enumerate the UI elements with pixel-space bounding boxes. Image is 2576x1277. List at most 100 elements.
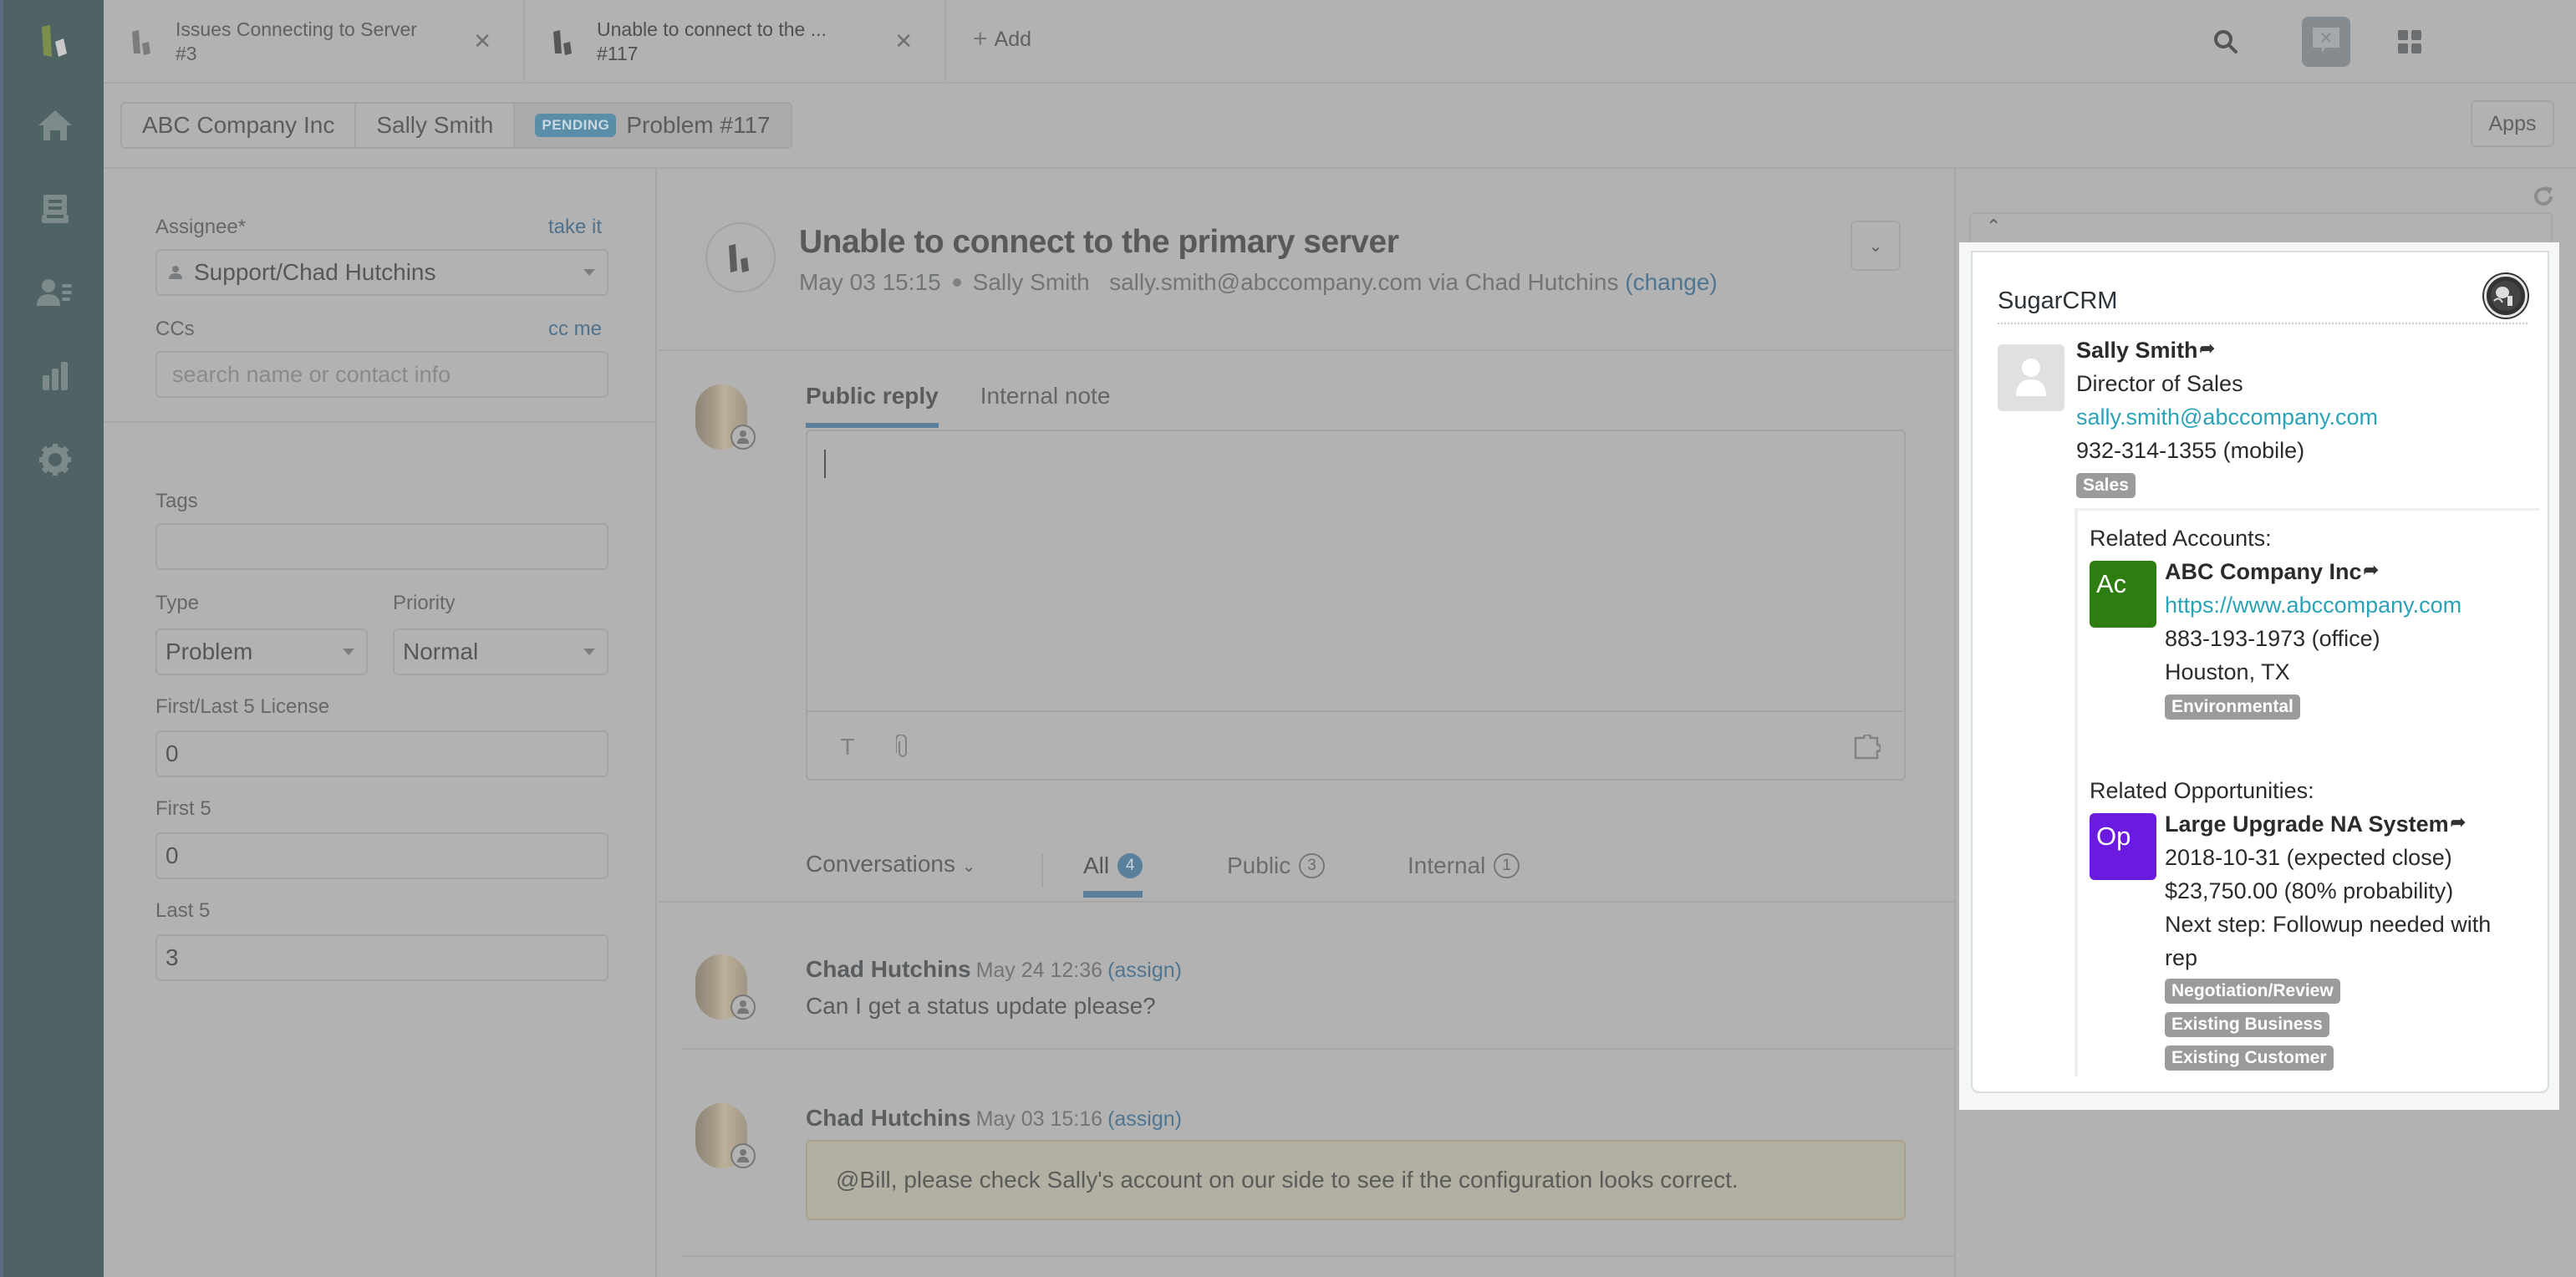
divider [659, 349, 1954, 351]
author-name[interactable]: Chad Hutchins [806, 956, 971, 982]
account-name[interactable]: ABC Company Inc➦ [2165, 559, 2379, 585]
chevron-down-icon: ⌄ [1868, 237, 1883, 256]
ticket-tab-active[interactable]: Unable to connect to the ... #117 ✕ [525, 0, 946, 84]
tab-subtitle: #3 [176, 43, 197, 64]
take-it-link[interactable]: take it [548, 216, 602, 239]
divider [682, 1048, 1954, 1050]
ticket-title[interactable]: Unable to connect to the primary server [799, 224, 1399, 261]
apps-sidebar: ⌃ SugarCRM Sally Smith➦ Director of Sale… [1954, 169, 2576, 1277]
ticket-date: May 03 15:15 [799, 269, 941, 295]
user-badge-icon [731, 995, 756, 1020]
channel-icon [705, 222, 776, 293]
contact-email-link[interactable]: sally.smith@abccompany.com [2076, 404, 2378, 430]
refresh-icon[interactable] [2531, 184, 2556, 209]
breadcrumb-bar: ABC Company Inc Sally Smith PENDING Prob… [104, 84, 2576, 169]
account-location: Houston, TX [2165, 659, 2290, 684]
zendesk-logo[interactable] [33, 22, 80, 62]
comment-body: Can I get a status update please? [806, 993, 1156, 1019]
ticket-options-button[interactable]: ⌄ [1851, 221, 1901, 271]
apps-button[interactable]: Apps [2471, 100, 2554, 147]
person-icon [2016, 359, 2046, 396]
breadcrumb-ticket[interactable]: PENDING Problem #117 [515, 104, 791, 147]
tab-public-label: Public [1227, 852, 1291, 878]
type-value: Problem [165, 638, 253, 664]
user-badge-icon [731, 1143, 756, 1168]
attachment-icon[interactable] [888, 732, 918, 762]
tab-internal[interactable]: Internal 1 [1408, 852, 1520, 891]
last5-input[interactable]: 3 [155, 934, 608, 981]
external-link-icon[interactable]: ➦ [2364, 559, 2379, 581]
gear-icon[interactable] [37, 441, 74, 478]
internal-note-body: @Bill, please check Sally's account on o… [806, 1140, 1906, 1220]
tab-public-reply[interactable]: Public reply [806, 383, 939, 428]
change-link[interactable]: (change) [1625, 269, 1718, 295]
account-icon: Ac [2090, 561, 2156, 628]
opportunity-name-label: Large Upgrade NA System [2165, 811, 2449, 837]
tab-all-label: All [1083, 852, 1110, 878]
person-icon [169, 265, 182, 280]
comment-time: May 03 15:16 [975, 1107, 1103, 1131]
divider [1041, 854, 1043, 888]
reply-editor[interactable]: T [806, 430, 1906, 781]
priority-select[interactable]: Normal [393, 628, 608, 675]
first-last-license-input[interactable]: 0 [155, 730, 608, 777]
breadcrumb-org[interactable]: ABC Company Inc [122, 104, 357, 147]
format-text-icon[interactable]: T [832, 732, 863, 762]
opportunity-tag: Existing Customer [2165, 1046, 2334, 1071]
cc-me-link[interactable]: cc me [548, 318, 602, 341]
breadcrumb-requester[interactable]: Sally Smith [356, 104, 516, 147]
ccs-input[interactable]: search name or contact info [155, 351, 608, 398]
inbox-icon[interactable] [37, 191, 74, 227]
comment-time: May 24 12:36 [975, 959, 1103, 982]
add-tab-label: Add [994, 27, 1032, 51]
ticket-requester[interactable]: Sally Smith [973, 269, 1090, 295]
contact-name[interactable]: Sally Smith➦ [2076, 338, 2215, 364]
sugarcrm-app: SugarCRM Sally Smith➦ Director of Sales … [1959, 242, 2559, 1110]
author-name[interactable]: Chad Hutchins [806, 1105, 971, 1131]
add-tab-button[interactable]: + Add [973, 25, 1031, 53]
bar-chart-icon[interactable] [37, 358, 74, 394]
ticket-meta: May 03 15:15 Sally Smith sally.smith@abcc… [799, 269, 1718, 296]
tab-public[interactable]: Public 3 [1227, 852, 1325, 891]
contact-name-label: Sally Smith [2076, 338, 2198, 363]
contacts-icon[interactable] [37, 274, 74, 311]
type-label: Type [155, 592, 200, 614]
apps-puzzle-icon[interactable] [1852, 732, 1882, 762]
related-accounts-label: Related Accounts: [2090, 526, 2272, 551]
conversations-dropdown[interactable]: Conversations ⌄ [806, 851, 976, 878]
priority-value: Normal [403, 638, 479, 664]
assign-link[interactable]: (assign) [1107, 1107, 1182, 1131]
tab-internal-note[interactable]: Internal note [980, 383, 1111, 428]
tab-internal-label: Internal [1408, 852, 1486, 878]
ticket-tab[interactable]: Issues Connecting to Server #3 ✕ [104, 0, 525, 84]
apps-grid-icon[interactable] [2385, 17, 2434, 67]
search-icon[interactable] [2202, 17, 2250, 67]
first5-input[interactable]: 0 [155, 832, 608, 879]
ticket-properties-panel: Assignee* take it Support/Chad Hutchins … [104, 169, 657, 1277]
breadcrumb-ticket-label: Problem #117 [626, 112, 771, 138]
contact-phone: 932-314-1355 (mobile) [2076, 438, 2305, 463]
account-url-link[interactable]: https://www.abccompany.com [2165, 593, 2461, 618]
conversations-label: Conversations [806, 851, 955, 877]
type-select[interactable]: Problem [155, 628, 368, 675]
close-icon[interactable]: ✕ [894, 28, 913, 54]
assignee-select[interactable]: Support/Chad Hutchins [155, 249, 608, 296]
chat-toggle-button[interactable] [2302, 17, 2350, 67]
home-icon[interactable] [37, 107, 74, 144]
breadcrumb-org-label: ABC Company Inc [142, 112, 335, 138]
tags-input[interactable] [155, 523, 608, 570]
tab-all[interactable]: All 4 [1083, 852, 1143, 898]
first5-label: First 5 [155, 797, 211, 820]
separator-dot [952, 278, 961, 287]
assign-link[interactable]: (assign) [1107, 959, 1182, 982]
opportunity-next-step-cont: rep [2165, 945, 2198, 970]
external-link-icon[interactable]: ➦ [2200, 338, 2215, 359]
close-icon[interactable]: ✕ [473, 28, 491, 54]
chat-bubble-icon [2313, 28, 2339, 53]
author-avatar [690, 1103, 756, 1168]
external-link-icon[interactable]: ➦ [2451, 811, 2466, 833]
ccs-label: CCs [155, 318, 195, 340]
opportunity-name[interactable]: Large Upgrade NA System➦ [2165, 811, 2466, 837]
priority-label: Priority [393, 592, 456, 614]
chevron-up-icon[interactable]: ⌃ [1986, 216, 2001, 237]
